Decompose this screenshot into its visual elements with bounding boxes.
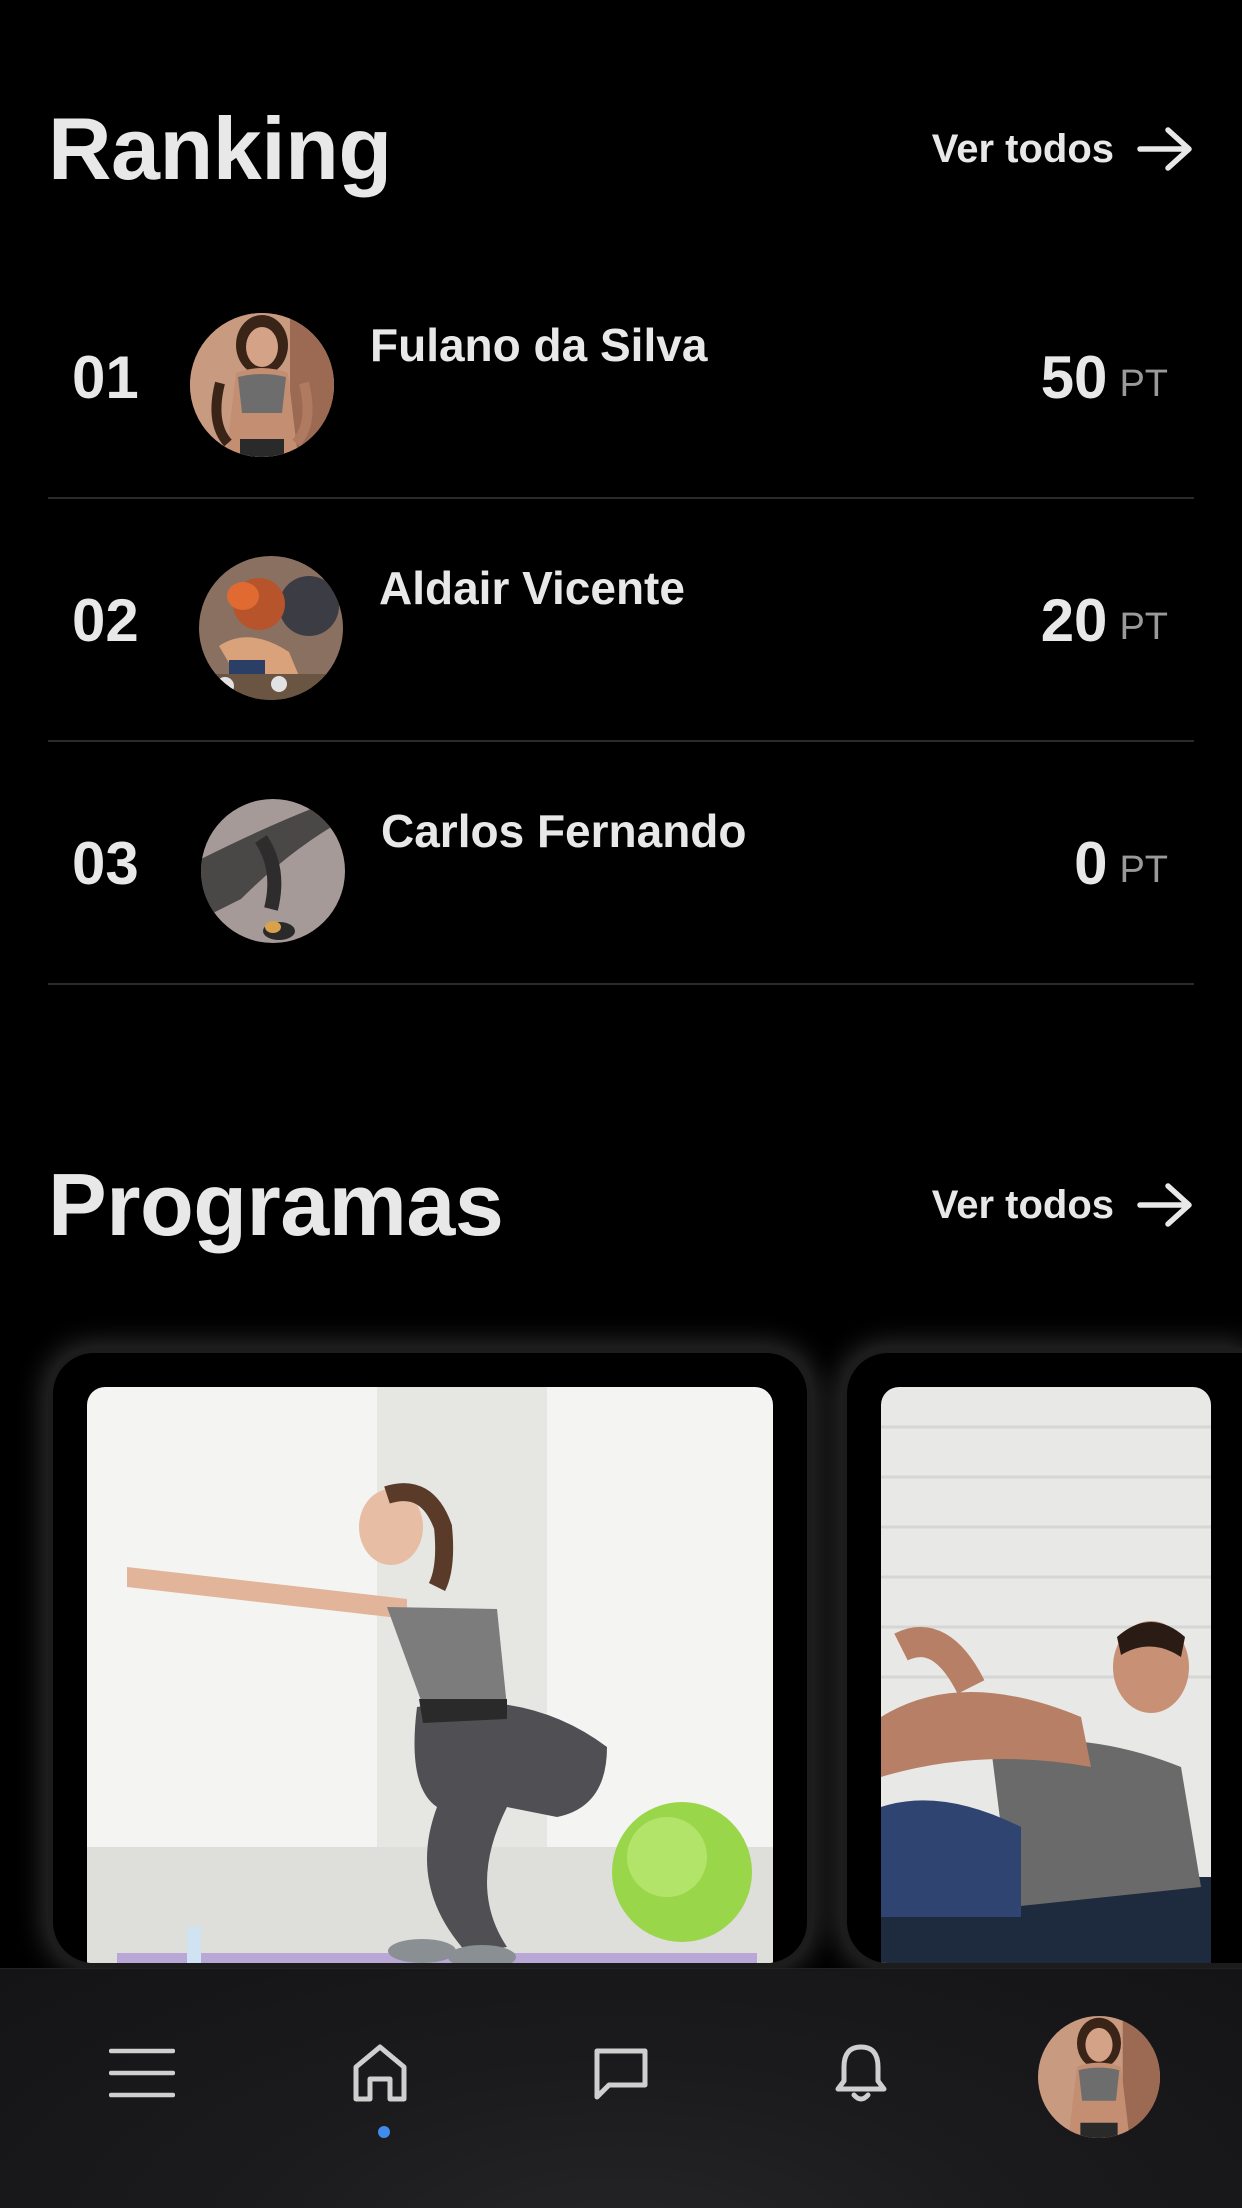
programs-title: Programas [48, 1155, 504, 1254]
bell-icon [835, 2044, 887, 2102]
nav-notifications-button[interactable] [801, 2013, 921, 2133]
ranking-row[interactable]: 01 Fulano da Silva 50 PT [48, 256, 1194, 499]
points-unit: PT [1119, 363, 1168, 405]
see-all-label: Ver todos [931, 126, 1114, 171]
points-value: 50 [1040, 344, 1108, 411]
points-unit: PT [1119, 849, 1168, 891]
nav-profile-avatar[interactable] [1038, 2016, 1160, 2138]
bottom-navigation [0, 1968, 1242, 2208]
rank-position: 01 [72, 344, 139, 411]
chat-icon [594, 2048, 648, 2100]
nav-home-button[interactable] [320, 2013, 440, 2133]
points-value: 0 [1074, 830, 1108, 897]
user-name: Fulano da Silva [370, 319, 708, 371]
user-name: Carlos Fernando [381, 805, 747, 857]
user-points: 50 PT [1041, 256, 1168, 499]
see-all-label: Ver todos [931, 1182, 1114, 1227]
ranking-row[interactable]: 02 Aldair Vicente 20 PT [48, 499, 1194, 742]
user-points: 20 PT [1041, 499, 1168, 742]
points-value: 20 [1040, 587, 1108, 654]
program-card[interactable] [48, 1348, 812, 1968]
arrow-right-icon [1137, 127, 1192, 171]
user-avatar [201, 799, 345, 943]
home-screen: Ranking Ver todos 01 Fulano da Silva 50 … [0, 0, 1242, 2208]
programs-see-all-link[interactable]: Ver todos [932, 1182, 1194, 1228]
rank-position: 03 [72, 830, 139, 897]
ranking-list: 01 Fulano da Silva 50 PT 02 Aldair Vicen… [48, 256, 1194, 985]
points-unit: PT [1119, 606, 1168, 648]
nav-chat-button[interactable] [561, 2013, 681, 2133]
home-icon [353, 2044, 407, 2102]
ranking-header: Ranking Ver todos [48, 94, 1194, 204]
nav-menu-button[interactable] [82, 2013, 202, 2133]
user-points: 0 PT [1074, 742, 1168, 985]
arrow-right-icon [1137, 1183, 1192, 1227]
program-image [881, 1387, 1211, 1963]
program-image [87, 1387, 773, 1963]
active-indicator [378, 2126, 390, 2138]
ranking-row[interactable]: 03 Carlos Fernando 0 PT [48, 742, 1194, 985]
programs-header: Programas Ver todos [48, 1150, 1194, 1260]
program-card[interactable] [842, 1348, 1242, 1968]
user-avatar [190, 313, 334, 457]
ranking-see-all-link[interactable]: Ver todos [932, 126, 1194, 172]
menu-icon [109, 2048, 175, 2098]
ranking-title: Ranking [48, 99, 392, 198]
user-avatar [199, 556, 343, 700]
rank-position: 02 [72, 587, 139, 654]
user-name: Aldair Vicente [379, 562, 685, 614]
